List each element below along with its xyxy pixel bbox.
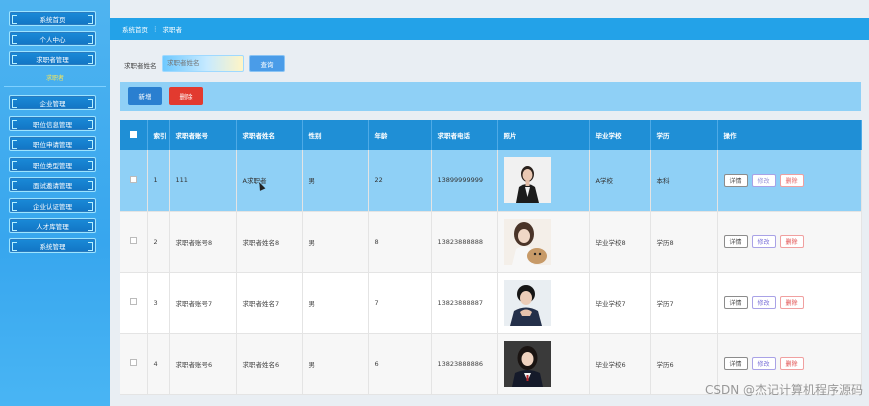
nav-item-job-info-mgmt[interactable]: 职位信息管理 [9,116,96,131]
search-input[interactable] [162,55,244,72]
watermark: CSDN @杰记计算机程序源码 [704,383,863,397]
cell-account: 求职者账号6 [169,333,237,395]
header-photo: 照片 [497,120,590,150]
detail-button[interactable]: 详情 [723,235,748,248]
row-checkbox[interactable] [129,175,137,183]
cell-account: 求职者账号7 [169,272,237,334]
header-actions: 操作 [717,120,862,150]
job-seeker-table: 索引 求职者账号 求职者姓名 性别 年龄 求职者电话 照片 毕业学校 学历 操作… [120,120,862,395]
cell-account: 111 [169,150,237,212]
cell-degree: 学历7 [650,272,718,334]
search-label: 求职者姓名 [124,62,157,70]
row-delete-button[interactable]: 删除 [779,235,804,248]
person-with-dog-photo-icon [503,218,551,265]
delete-button[interactable]: 删除 [169,87,203,105]
cell-school: 毕业学校6 [589,333,651,395]
cell-degree: 学历8 [650,211,718,273]
cell-school: 毕业学校7 [589,272,651,334]
breadcrumb-home[interactable]: 系统首页 [122,24,148,34]
person-photo-icon [503,157,551,204]
cell-index: 2 [147,211,170,273]
cell-age: 22 [368,150,432,212]
edit-button[interactable]: 修改 [751,235,776,248]
nav-item-job-application-mgmt[interactable]: 职位申请管理 [9,136,96,151]
cell-name: 求职者姓名6 [236,333,303,395]
cell-gender: 男 [302,272,369,334]
table-header-row: 索引 求职者账号 求职者姓名 性别 年龄 求职者电话 照片 毕业学校 学历 操作 [120,120,862,150]
header-school: 毕业学校 [589,120,651,150]
person-photo-icon [503,340,551,387]
nav-item-profile[interactable]: 个人中心 [9,31,96,46]
nav-item-system-mgmt[interactable]: 系统管理 [9,238,96,253]
cell-phone: 13823888887 [431,272,498,334]
cell-index: 3 [147,272,170,334]
header-degree: 学历 [650,120,718,150]
detail-button[interactable]: 详情 [723,173,748,187]
photo-thumbnail[interactable] [503,279,551,326]
header-select-all[interactable] [120,120,148,150]
cell-phone: 13823888886 [431,333,498,395]
nav-item-job-type-mgmt[interactable]: 职位类型管理 [9,157,96,172]
nav-divider [4,86,106,87]
breadcrumb-separator: ⋮ [152,25,159,33]
cell-phone: 13899999999 [431,150,498,212]
cell-index: 1 [147,150,170,212]
cell-phone: 13823888888 [431,211,498,273]
row-checkbox[interactable] [129,298,137,305]
cell-school: A学校 [589,150,651,212]
cell-age: 6 [368,333,432,395]
row-checkbox[interactable] [129,237,137,244]
nav-subitem-job-seeker[interactable]: 求职者 [0,73,110,82]
add-button[interactable]: 新增 [128,87,162,105]
nav-item-company-mgmt[interactable]: 企业管理 [9,95,96,110]
row-delete-button[interactable]: 删除 [779,357,804,370]
table-row[interactable]: 1 111 A求职者 男 22 13899999999 A学校 本科 详情 修改… [120,150,862,212]
cell-degree: 本科 [650,150,718,212]
cell-school: 毕业学校8 [589,211,651,273]
header-phone: 求职者电话 [431,120,498,150]
header-age: 年龄 [368,120,432,150]
row-delete-button[interactable]: 删除 [779,173,804,187]
cell-name: 求职者姓名8 [236,211,303,273]
photo-thumbnail[interactable] [503,340,551,387]
edit-button[interactable]: 修改 [751,296,776,309]
cell-age: 8 [368,211,432,273]
header-account: 求职者账号 [169,120,237,150]
breadcrumb-current: 求职者 [162,26,183,34]
cell-gender: 男 [302,333,369,395]
table-row[interactable]: 3 求职者账号7 求职者姓名7 男 7 13823888887 毕业学校7 学历… [120,272,862,334]
person-photo-icon [503,279,551,326]
sidebar: 系统首页 个人中心 求职者管理 求职者 企业管理 职位信息管理 职位申请管理 职… [0,0,110,406]
top-strip [110,0,869,18]
nav-item-home[interactable]: 系统首页 [9,11,96,26]
cell-index: 4 [147,333,170,395]
action-bar: 新增 删除 [120,82,861,111]
header-name: 求职者姓名 [236,120,303,150]
cell-name: A求职者 [236,150,303,212]
header-gender: 性别 [302,120,369,150]
cell-gender: 男 [302,211,369,273]
select-all-checkbox[interactable] [129,130,137,138]
row-delete-button[interactable]: 删除 [779,296,804,309]
nav-item-company-cert-mgmt[interactable]: 企业认证管理 [9,198,96,213]
nav-item-job-seeker-mgmt[interactable]: 求职者管理 [9,51,96,66]
cell-age: 7 [368,272,432,334]
header-index: 索引 [147,120,170,150]
table-row[interactable]: 2 求职者账号8 求职者姓名8 男 8 13823888888 毕业学校8 学历… [120,211,862,273]
cell-name: 求职者姓名7 [236,272,303,334]
detail-button[interactable]: 详情 [723,357,748,370]
search-button[interactable]: 查询 [249,55,285,72]
edit-button[interactable]: 修改 [751,173,776,187]
edit-button[interactable]: 修改 [751,357,776,370]
breadcrumb: 系统首页 ⋮ 求职者 [110,18,869,40]
row-checkbox[interactable] [129,359,137,366]
detail-button[interactable]: 详情 [723,296,748,309]
cell-account: 求职者账号8 [169,211,237,273]
nav-item-talent-pool-mgmt[interactable]: 人才库管理 [9,218,96,233]
photo-thumbnail[interactable] [503,218,551,265]
photo-thumbnail[interactable] [503,157,551,204]
nav-item-interview-invite-mgmt[interactable]: 面试邀请管理 [9,177,96,192]
cell-gender: 男 [302,150,369,212]
